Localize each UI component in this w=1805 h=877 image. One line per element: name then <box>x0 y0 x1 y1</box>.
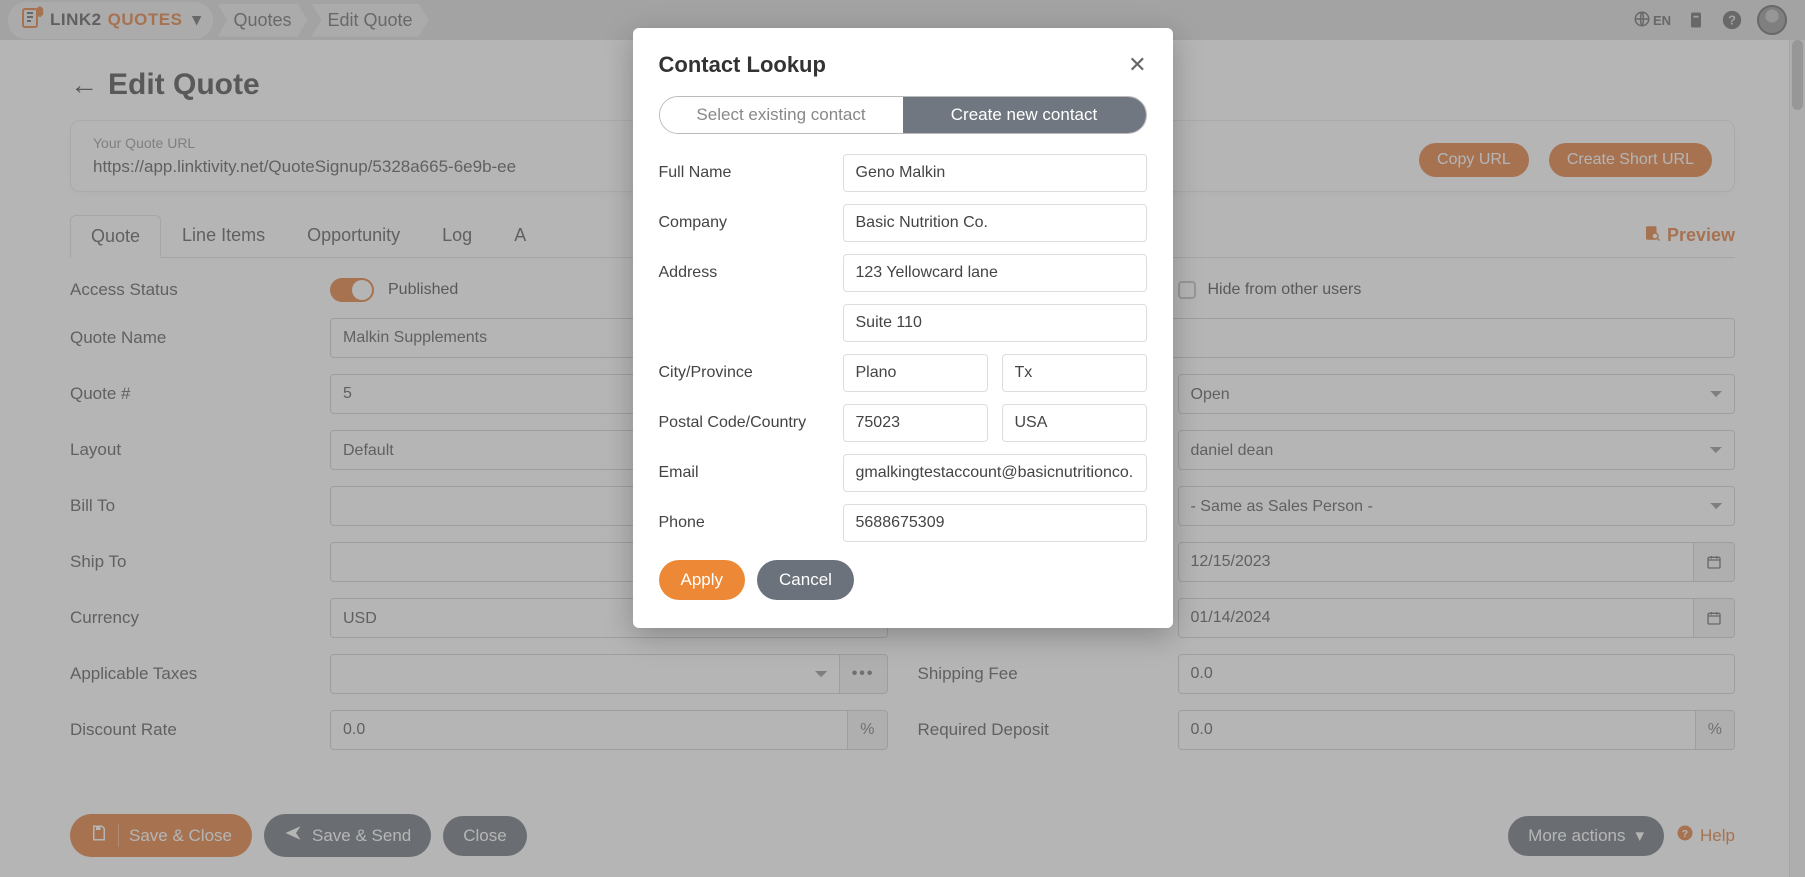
modal-title: Contact Lookup <box>659 52 826 78</box>
contact-mode-segment: Select existing contact Create new conta… <box>659 96 1147 134</box>
tab-select-existing[interactable]: Select existing contact <box>660 97 903 133</box>
postal-label: Postal Code/Country <box>659 414 829 432</box>
cancel-button[interactable]: Cancel <box>757 560 854 600</box>
country-input[interactable] <box>1002 404 1147 442</box>
city-label: City/Province <box>659 364 829 382</box>
province-input[interactable] <box>1002 354 1147 392</box>
address-label: Address <box>659 264 829 282</box>
contact-lookup-modal: Contact Lookup ✕ Select existing contact… <box>633 28 1173 628</box>
modal-overlay: Contact Lookup ✕ Select existing contact… <box>0 0 1805 877</box>
close-icon[interactable]: ✕ <box>1128 52 1146 78</box>
phone-label: Phone <box>659 514 829 532</box>
tab-create-new[interactable]: Create new contact <box>903 97 1146 133</box>
email-label: Email <box>659 464 829 482</box>
full-name-label: Full Name <box>659 164 829 182</box>
company-input[interactable] <box>843 204 1147 242</box>
full-name-input[interactable] <box>843 154 1147 192</box>
apply-button[interactable]: Apply <box>659 560 746 600</box>
postal-input[interactable] <box>843 404 988 442</box>
email-input[interactable] <box>843 454 1147 492</box>
address2-input[interactable] <box>843 304 1147 342</box>
company-label: Company <box>659 214 829 232</box>
phone-input[interactable] <box>843 504 1147 542</box>
city-input[interactable] <box>843 354 988 392</box>
address1-input[interactable] <box>843 254 1147 292</box>
